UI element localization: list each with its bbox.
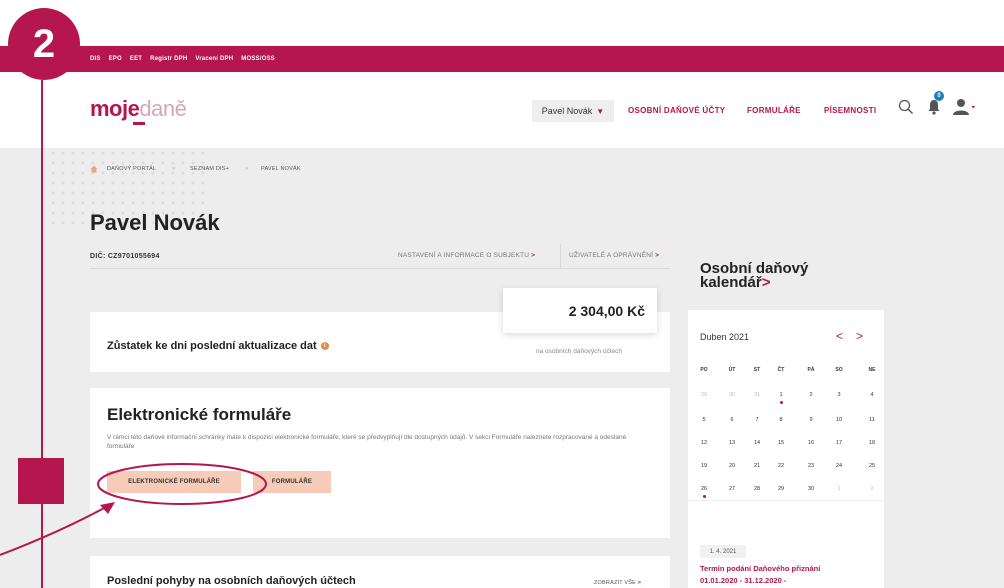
annotation-arrow-line xyxy=(0,506,107,556)
annotation-arrow-overlay xyxy=(0,463,267,556)
highlight-ellipse xyxy=(97,463,267,505)
step-number-badge: 2 xyxy=(8,8,80,80)
